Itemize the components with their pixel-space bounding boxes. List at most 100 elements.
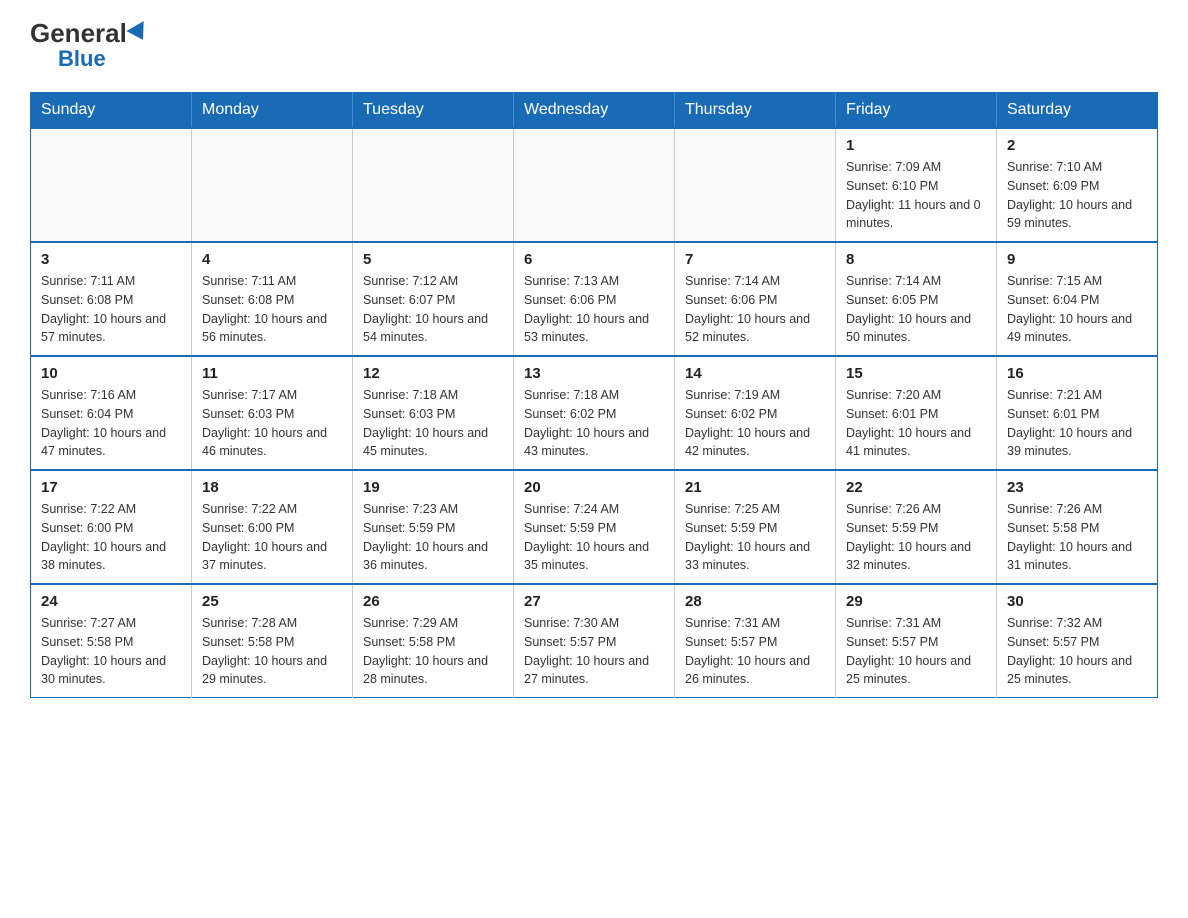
calendar-cell: 23Sunrise: 7:26 AMSunset: 5:58 PMDayligh…: [997, 470, 1158, 584]
calendar-cell: [675, 128, 836, 242]
logo-triangle-icon: [126, 21, 151, 45]
calendar-cell: 24 Sunrise: 7:27 AMSunset: 5:58 PMDayligh…: [31, 584, 192, 698]
calendar-cell: 4Sunrise: 7:11 AMSunset: 6:08 PMDaylight…: [192, 242, 353, 356]
day-sun-info: Sunrise: 7:27 AMSunset: 5:58 PMDaylight:…: [41, 614, 181, 689]
calendar-week-row: 17 Sunrise: 7:22 AMSunset: 6:00 PMDayligh…: [31, 470, 1158, 584]
calendar-cell: 8 Sunrise: 7:14 AMSunset: 6:05 PMDaylight…: [836, 242, 997, 356]
calendar-cell: 16 Sunrise: 7:21 AMSunset: 6:01 PMDayligh…: [997, 356, 1158, 470]
calendar-cell: 22 Sunrise: 7:26 AMSunset: 5:59 PMDayligh…: [836, 470, 997, 584]
calendar-cell: 11Sunrise: 7:17 AMSunset: 6:03 PMDayligh…: [192, 356, 353, 470]
calendar-header-row: SundayMondayTuesdayWednesdayThursdayFrid…: [31, 93, 1158, 129]
day-sun-info: Sunrise: 7:18 AMSunset: 6:03 PMDaylight:…: [363, 386, 503, 461]
day-sun-info: Sunrise: 7:21 AMSunset: 6:01 PMDaylight:…: [1007, 386, 1147, 461]
calendar-cell: 7 Sunrise: 7:14 AMSunset: 6:06 PMDaylight…: [675, 242, 836, 356]
day-number: 25: [202, 593, 342, 610]
day-number: 7: [685, 251, 825, 268]
calendar-table: SundayMondayTuesdayWednesdayThursdayFrid…: [30, 92, 1158, 698]
day-sun-info: Sunrise: 7:13 AMSunset: 6:06 PMDaylight:…: [524, 272, 664, 347]
day-sun-info: Sunrise: 7:10 AMSunset: 6:09 PMDaylight:…: [1007, 158, 1147, 233]
day-number: 17: [41, 479, 181, 496]
day-number: 26: [363, 593, 503, 610]
day-number: 23: [1007, 479, 1147, 496]
calendar-cell: 2 Sunrise: 7:10 AMSunset: 6:09 PMDaylight…: [997, 128, 1158, 242]
calendar-cell: 26 Sunrise: 7:29 AMSunset: 5:58 PMDayligh…: [353, 584, 514, 698]
calendar-cell: 12 Sunrise: 7:18 AMSunset: 6:03 PMDayligh…: [353, 356, 514, 470]
day-of-week-header: Tuesday: [353, 93, 514, 129]
day-number: 22: [846, 479, 986, 496]
day-number: 30: [1007, 593, 1147, 610]
day-sun-info: Sunrise: 7:19 AMSunset: 6:02 PMDaylight:…: [685, 386, 825, 461]
day-number: 8: [846, 251, 986, 268]
day-number: 20: [524, 479, 664, 496]
calendar-cell: 13 Sunrise: 7:18 AMSunset: 6:02 PMDayligh…: [514, 356, 675, 470]
day-number: 2: [1007, 137, 1147, 154]
day-number: 19: [363, 479, 503, 496]
day-sun-info: Sunrise: 7:24 AMSunset: 5:59 PMDaylight:…: [524, 500, 664, 575]
day-sun-info: Sunrise: 7:31 AMSunset: 5:57 PMDaylight:…: [685, 614, 825, 689]
day-number: 13: [524, 365, 664, 382]
day-number: 27: [524, 593, 664, 610]
calendar-cell: 5Sunrise: 7:12 AMSunset: 6:07 PMDaylight…: [353, 242, 514, 356]
day-sun-info: Sunrise: 7:30 AMSunset: 5:57 PMDaylight:…: [524, 614, 664, 689]
day-sun-info: Sunrise: 7:14 AMSunset: 6:05 PMDaylight:…: [846, 272, 986, 347]
day-sun-info: Sunrise: 7:17 AMSunset: 6:03 PMDaylight:…: [202, 386, 342, 461]
day-sun-info: Sunrise: 7:26 AMSunset: 5:59 PMDaylight:…: [846, 500, 986, 575]
calendar-cell: 3 Sunrise: 7:11 AMSunset: 6:08 PMDaylight…: [31, 242, 192, 356]
day-sun-info: Sunrise: 7:14 AMSunset: 6:06 PMDaylight:…: [685, 272, 825, 347]
calendar-cell: [192, 128, 353, 242]
calendar-cell: 17 Sunrise: 7:22 AMSunset: 6:00 PMDayligh…: [31, 470, 192, 584]
calendar-cell: 10 Sunrise: 7:16 AMSunset: 6:04 PMDayligh…: [31, 356, 192, 470]
calendar-week-row: 3 Sunrise: 7:11 AMSunset: 6:08 PMDaylight…: [31, 242, 1158, 356]
page-header: General Blue: [30, 20, 1158, 72]
calendar-week-row: 1Sunrise: 7:09 AMSunset: 6:10 PMDaylight…: [31, 128, 1158, 242]
calendar-cell: [353, 128, 514, 242]
calendar-cell: 29 Sunrise: 7:31 AMSunset: 5:57 PMDayligh…: [836, 584, 997, 698]
day-sun-info: Sunrise: 7:11 AMSunset: 6:08 PMDaylight:…: [41, 272, 181, 347]
day-sun-info: Sunrise: 7:28 AMSunset: 5:58 PMDaylight:…: [202, 614, 342, 689]
day-number: 14: [685, 365, 825, 382]
day-number: 24: [41, 593, 181, 610]
day-sun-info: Sunrise: 7:18 AMSunset: 6:02 PMDaylight:…: [524, 386, 664, 461]
calendar-cell: [514, 128, 675, 242]
day-sun-info: Sunrise: 7:31 AMSunset: 5:57 PMDaylight:…: [846, 614, 986, 689]
day-number: 3: [41, 251, 181, 268]
day-number: 18: [202, 479, 342, 496]
calendar-cell: 6 Sunrise: 7:13 AMSunset: 6:06 PMDaylight…: [514, 242, 675, 356]
calendar-cell: 27 Sunrise: 7:30 AMSunset: 5:57 PMDayligh…: [514, 584, 675, 698]
day-sun-info: Sunrise: 7:29 AMSunset: 5:58 PMDaylight:…: [363, 614, 503, 689]
day-number: 9: [1007, 251, 1147, 268]
day-sun-info: Sunrise: 7:16 AMSunset: 6:04 PMDaylight:…: [41, 386, 181, 461]
day-sun-info: Sunrise: 7:09 AMSunset: 6:10 PMDaylight:…: [846, 158, 986, 233]
day-number: 12: [363, 365, 503, 382]
day-sun-info: Sunrise: 7:20 AMSunset: 6:01 PMDaylight:…: [846, 386, 986, 461]
day-number: 10: [41, 365, 181, 382]
day-number: 29: [846, 593, 986, 610]
day-of-week-header: Friday: [836, 93, 997, 129]
day-sun-info: Sunrise: 7:22 AMSunset: 6:00 PMDaylight:…: [202, 500, 342, 575]
day-number: 21: [685, 479, 825, 496]
calendar-week-row: 24 Sunrise: 7:27 AMSunset: 5:58 PMDayligh…: [31, 584, 1158, 698]
calendar-cell: 18 Sunrise: 7:22 AMSunset: 6:00 PMDayligh…: [192, 470, 353, 584]
day-number: 4: [202, 251, 342, 268]
calendar-cell: 20 Sunrise: 7:24 AMSunset: 5:59 PMDayligh…: [514, 470, 675, 584]
logo-general-text: General: [30, 20, 149, 46]
day-number: 16: [1007, 365, 1147, 382]
calendar-cell: 28 Sunrise: 7:31 AMSunset: 5:57 PMDayligh…: [675, 584, 836, 698]
day-of-week-header: Thursday: [675, 93, 836, 129]
calendar-cell: 9Sunrise: 7:15 AMSunset: 6:04 PMDaylight…: [997, 242, 1158, 356]
day-number: 15: [846, 365, 986, 382]
day-of-week-header: Wednesday: [514, 93, 675, 129]
day-sun-info: Sunrise: 7:32 AMSunset: 5:57 PMDaylight:…: [1007, 614, 1147, 689]
calendar-cell: 30 Sunrise: 7:32 AMSunset: 5:57 PMDayligh…: [997, 584, 1158, 698]
logo-blue-text: Blue: [58, 46, 106, 72]
calendar-cell: 1Sunrise: 7:09 AMSunset: 6:10 PMDaylight…: [836, 128, 997, 242]
calendar-cell: 15 Sunrise: 7:20 AMSunset: 6:01 PMDayligh…: [836, 356, 997, 470]
day-sun-info: Sunrise: 7:22 AMSunset: 6:00 PMDaylight:…: [41, 500, 181, 575]
day-number: 28: [685, 593, 825, 610]
calendar-cell: 25 Sunrise: 7:28 AMSunset: 5:58 PMDayligh…: [192, 584, 353, 698]
calendar-cell: [31, 128, 192, 242]
day-number: 5: [363, 251, 503, 268]
day-number: 6: [524, 251, 664, 268]
calendar-cell: 21Sunrise: 7:25 AMSunset: 5:59 PMDayligh…: [675, 470, 836, 584]
calendar-cell: 14 Sunrise: 7:19 AMSunset: 6:02 PMDayligh…: [675, 356, 836, 470]
